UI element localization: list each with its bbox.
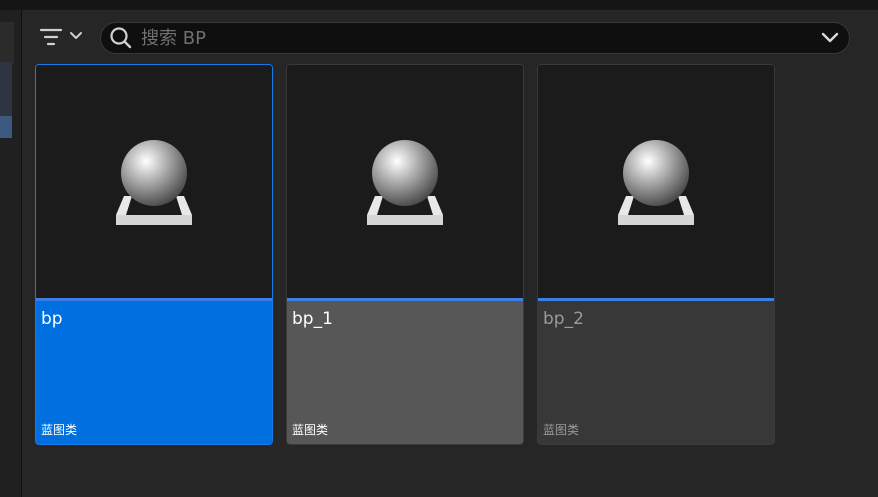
asset-info: bp_2 蓝图类 bbox=[538, 301, 774, 444]
asset-tile[interactable]: bp 蓝图类 bbox=[35, 64, 273, 445]
asset-thumbnail bbox=[538, 65, 774, 298]
asset-name: bp bbox=[41, 309, 63, 329]
filter-button[interactable] bbox=[38, 24, 86, 52]
asset-info: bp_1 蓝图类 bbox=[287, 301, 523, 444]
asset-info: bp 蓝图类 bbox=[36, 301, 272, 444]
blueprint-sphere-icon bbox=[618, 140, 694, 225]
left-panel bbox=[0, 10, 22, 497]
asset-toolbar bbox=[22, 10, 878, 62]
asset-name: bp_2 bbox=[543, 309, 584, 329]
asset-type-label: 蓝图类 bbox=[41, 423, 78, 437]
search-box[interactable] bbox=[100, 22, 850, 54]
search-icon bbox=[110, 27, 132, 49]
blueprint-sphere-icon bbox=[367, 140, 443, 225]
asset-type-label: 蓝图类 bbox=[292, 423, 329, 437]
asset-tile[interactable]: bp_2 蓝图类 bbox=[537, 64, 775, 445]
chevron-down-icon[interactable] bbox=[821, 31, 839, 45]
left-panel-selected-folder[interactable] bbox=[0, 116, 12, 138]
asset-name: bp_1 bbox=[292, 309, 333, 329]
filter-icon bbox=[39, 28, 82, 46]
blueprint-sphere-icon bbox=[116, 140, 192, 225]
left-panel-header bbox=[0, 22, 14, 64]
asset-tile[interactable]: bp_1 蓝图类 bbox=[286, 64, 524, 445]
search-input[interactable] bbox=[141, 26, 801, 50]
asset-thumbnail bbox=[36, 65, 272, 298]
asset-thumbnail bbox=[287, 65, 523, 298]
asset-type-label: 蓝图类 bbox=[543, 423, 580, 437]
top-strip bbox=[0, 0, 878, 10]
